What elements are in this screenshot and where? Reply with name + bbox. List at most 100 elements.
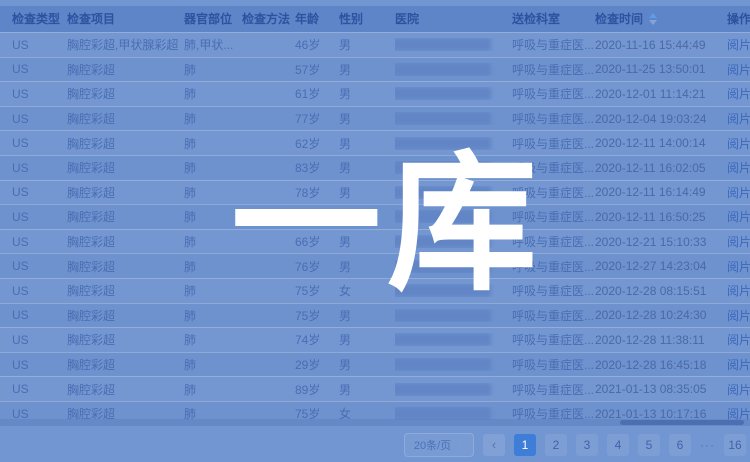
column-header-label: 送检科室 [512, 6, 560, 32]
cell-item: 胸腔彩超 [67, 282, 184, 299]
table-row: US胸腔彩超肺76岁女呼吸与重症医...2020-12-11 16:50:25阅… [0, 204, 750, 229]
column-header-item: 检查项目 [67, 6, 184, 32]
page-button-6[interactable]: 6 [669, 434, 691, 456]
page-button-3[interactable]: 3 [576, 434, 598, 456]
cell-time: 2020-12-21 15:10:33 [595, 235, 727, 249]
cell-dept: 呼吸与重症医... [512, 85, 595, 102]
cell-time: 2020-12-28 08:15:51 [595, 284, 727, 298]
view-film-link[interactable]: 阅片 [727, 383, 750, 397]
cell-action: 阅片 [727, 85, 750, 102]
redacted-hospital-blur [395, 284, 491, 297]
view-film-link[interactable]: 阅片 [727, 63, 750, 77]
cell-organ: 肺 [184, 233, 242, 250]
cell-time: 2020-12-28 16:45:18 [595, 358, 727, 372]
cell-age: 62岁 [295, 135, 339, 152]
cell-age: 89岁 [295, 381, 339, 398]
cell-age: 74岁 [295, 331, 339, 348]
cell-time: 2020-12-28 10:24:30 [595, 308, 727, 322]
cell-type: US [12, 358, 67, 372]
view-film-link[interactable]: 阅片 [727, 309, 750, 323]
cell-sex: 男 [339, 61, 395, 78]
cell-action: 阅片 [727, 233, 750, 250]
view-film-link[interactable]: 阅片 [727, 161, 750, 175]
cell-type: US [12, 87, 67, 101]
page-button-4[interactable]: 4 [607, 434, 629, 456]
view-film-link[interactable]: 阅片 [727, 38, 750, 52]
cell-item: 胸腔彩超 [67, 233, 184, 250]
cell-type: US [12, 136, 67, 150]
cell-type: US [12, 284, 67, 298]
column-header-label: 检查类型 [12, 6, 60, 32]
cell-organ: 肺 [184, 356, 242, 373]
cell-dept: 呼吸与重症医... [512, 356, 595, 373]
view-film-link[interactable]: 阅片 [727, 137, 750, 151]
cell-action: 阅片 [727, 208, 750, 225]
cell-type: US [12, 382, 67, 396]
page-button-5[interactable]: 5 [638, 434, 660, 456]
cell-item: 胸腔彩超 [67, 110, 184, 127]
more-pages-button[interactable]: ··· [700, 438, 715, 452]
cell-organ: 肺 [184, 135, 242, 152]
column-header-action: 操作 [727, 6, 750, 32]
cell-age: 77岁 [295, 110, 339, 127]
table-row: US胸腔彩超肺83岁男呼吸与重症医...2020-12-11 16:02:05阅… [0, 155, 750, 180]
table-row: US胸腔彩超肺76岁男呼吸与重症医...2020-12-27 14:23:04阅… [0, 253, 750, 278]
view-film-link[interactable]: 阅片 [727, 358, 750, 372]
cell-dept: 呼吸与重症医... [512, 184, 595, 201]
cell-hospital [395, 383, 512, 396]
view-film-link[interactable]: 阅片 [727, 260, 750, 274]
view-film-link[interactable]: 阅片 [727, 87, 750, 101]
cell-dept: 呼吸与重症医... [512, 110, 595, 127]
cell-hospital [395, 358, 512, 371]
cell-organ: 肺 [184, 258, 242, 275]
view-film-link[interactable]: 阅片 [727, 186, 750, 200]
page-size-select[interactable]: 20条/页 [404, 433, 474, 457]
redacted-hospital-blur [395, 186, 491, 199]
cell-organ: 肺 [184, 208, 242, 225]
cell-type: US [12, 259, 67, 273]
view-film-link[interactable]: 阅片 [727, 210, 750, 224]
view-film-link[interactable]: 阅片 [727, 333, 750, 347]
horizontal-scrollbar-thumb[interactable] [620, 420, 744, 425]
column-header-label: 检查时间 [595, 6, 643, 32]
cell-sex: 男 [339, 258, 395, 275]
cell-organ: 肺,甲状... [184, 36, 242, 53]
last-page-button[interactable]: 16 [724, 434, 746, 456]
cell-item: 胸腔彩超 [67, 159, 184, 176]
cell-action: 阅片 [727, 307, 750, 324]
page-button-2[interactable]: 2 [545, 434, 567, 456]
view-film-link[interactable]: 阅片 [727, 112, 750, 126]
cell-type: US [12, 62, 67, 76]
table-row: US胸腔彩超肺75岁男呼吸与重症医...2020-12-28 10:24:30阅… [0, 303, 750, 328]
cell-item: 胸腔彩超,甲状腺彩超 [67, 36, 184, 53]
page-button-1[interactable]: 1 [514, 434, 536, 456]
column-header-time[interactable]: 检查时间 [595, 6, 727, 32]
cell-action: 阅片 [727, 159, 750, 176]
cell-age: 46岁 [295, 36, 339, 53]
cell-sex: 男 [339, 135, 395, 152]
cell-hospital [395, 260, 512, 273]
redacted-hospital-blur [395, 87, 491, 100]
column-header-age: 年龄 [295, 6, 339, 32]
cell-dept: 呼吸与重症医... [512, 36, 595, 53]
cell-action: 阅片 [727, 381, 750, 398]
cell-age: 29岁 [295, 356, 339, 373]
cell-age: 66岁 [295, 233, 339, 250]
prev-page-button[interactable]: ‹ [483, 434, 505, 456]
view-film-link[interactable]: 阅片 [727, 284, 750, 298]
sort-ascending-icon[interactable] [649, 13, 657, 18]
cell-time: 2020-12-11 16:02:05 [595, 161, 727, 175]
cell-dept: 呼吸与重症医... [512, 282, 595, 299]
cell-action: 阅片 [727, 282, 750, 299]
column-header-hospital: 医院 [395, 6, 512, 32]
cell-age: 76岁 [295, 258, 339, 275]
sort-icon[interactable] [649, 13, 657, 25]
cell-organ: 肺 [184, 307, 242, 324]
column-header-dept: 送检科室 [512, 6, 595, 32]
page-size-label: 20条/页 [414, 437, 451, 453]
cell-sex: 女 [339, 208, 395, 225]
sort-descending-icon[interactable] [649, 20, 657, 25]
cell-type: US [12, 112, 67, 126]
table-row: US胸腔彩超肺74岁男呼吸与重症医...2020-12-28 11:38:11阅… [0, 327, 750, 352]
view-film-link[interactable]: 阅片 [727, 235, 750, 249]
